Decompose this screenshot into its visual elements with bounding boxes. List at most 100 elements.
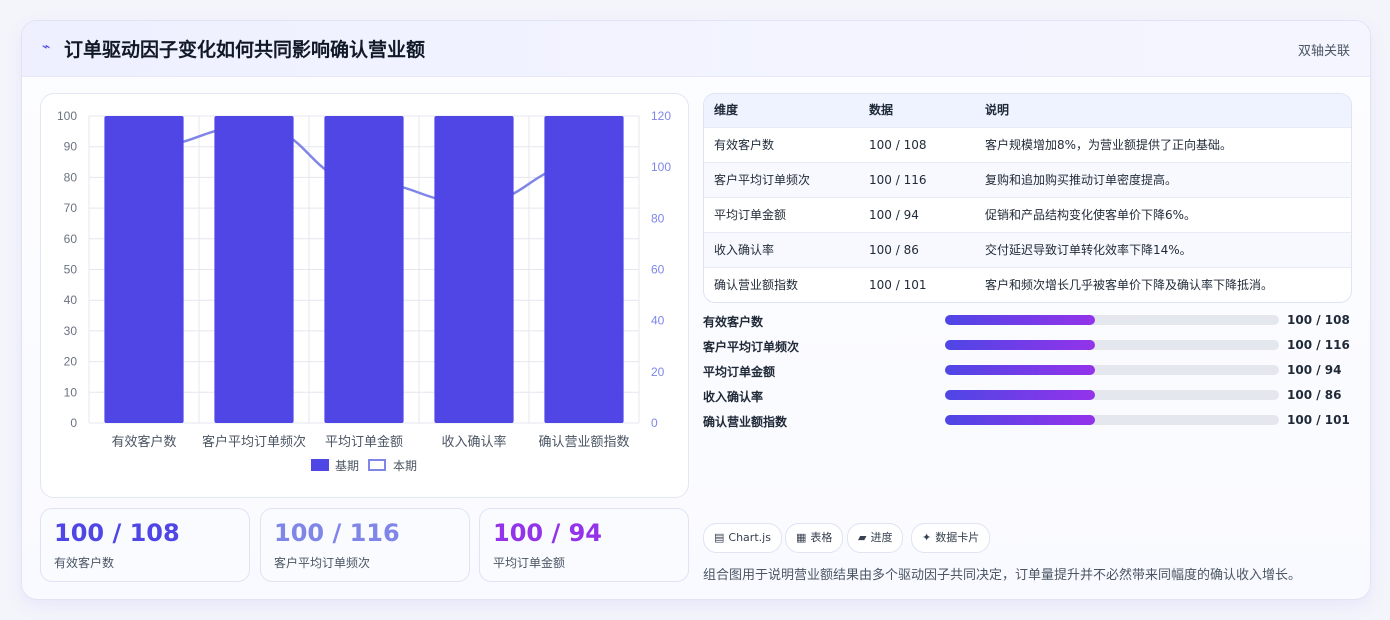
chip-table[interactable]: ▦ 表格 xyxy=(785,523,844,553)
table-row: 平均订单金额 100 / 94 促销和产品结构变化使客单价下降6%。 xyxy=(704,197,1351,233)
table-cell: 客户和频次增长几乎被客单价下降及确认率下降抵消。 xyxy=(985,278,1274,292)
progress-row: 收入确认率 100 / 86 xyxy=(703,386,1350,406)
progress-value: 100 / 108 xyxy=(1287,313,1350,327)
bar-mark xyxy=(214,116,294,423)
dashboard-card: ⌁ 订单驱动因子变化如何共同影响确认营业额 双轴关联 0 10 20 30 40 50 60… xyxy=(21,20,1371,600)
table-icon: ▦ xyxy=(796,531,807,544)
y-left-tick-label: 80 xyxy=(64,170,78,184)
table-header-row: 维度 数据 说明 xyxy=(704,94,1351,127)
bar-mark xyxy=(104,116,184,423)
x-tick-label: 客户平均订单频次 xyxy=(202,434,306,450)
table-row: 收入确认率 100 / 86 交付延迟导致订单转化效率下降14%。 xyxy=(704,232,1351,268)
table-cell: 促销和产品结构变化使客单价下降6%。 xyxy=(985,208,1197,222)
progress-label: 有效客户数 xyxy=(703,315,764,329)
x-tick-label: 收入确认率 xyxy=(441,434,506,450)
y-right-tick-label: 80 xyxy=(651,211,665,225)
trend-icon: ⌁ xyxy=(42,39,51,55)
progress-label: 平均订单金额 xyxy=(703,365,776,379)
table-cell: 平均订单金额 xyxy=(714,208,787,222)
table-cell: 100 / 116 xyxy=(869,173,927,187)
y-left-tick-label: 40 xyxy=(64,293,78,307)
stat-value: 100 / 108 xyxy=(54,519,180,547)
progress-track xyxy=(945,365,1279,375)
chart-icon: ▤ xyxy=(714,531,725,544)
sparkle-icon: ✦ xyxy=(922,531,932,544)
y-left-tick-label: 90 xyxy=(64,140,78,154)
progress-track xyxy=(945,315,1279,325)
x-tick-label: 平均订单金额 xyxy=(325,434,403,450)
y-right-tick-label: 20 xyxy=(651,365,665,379)
y-right-tick-label: 100 xyxy=(651,160,671,174)
legend-swatch-base xyxy=(311,459,329,471)
chip-label: 表格 xyxy=(810,531,833,544)
y-left-tick-label: 70 xyxy=(64,201,78,215)
table-cell: 100 / 94 xyxy=(869,208,919,222)
table-row: 确认营业额指数 100 / 101 客户和频次增长几乎被客单价下降及确认率下降抵… xyxy=(704,267,1351,302)
table-cell: 确认营业额指数 xyxy=(714,278,799,292)
stat-label: 客户平均订单频次 xyxy=(274,556,371,570)
chip-label: 进度 xyxy=(870,531,893,544)
table-row: 有效客户数 100 / 108 客户规模增加8%，为营业额提供了正向基础。 xyxy=(704,127,1351,163)
progress-track xyxy=(945,340,1279,350)
chip-label: Chart.js xyxy=(728,531,771,544)
progress-row: 有效客户数 100 / 108 xyxy=(703,311,1350,331)
chip-chartjs[interactable]: ▤ Chart.js xyxy=(703,523,782,553)
progress-value: 100 / 101 xyxy=(1287,413,1350,427)
card-header: ⌁ 订单驱动因子变化如何共同影响确认营业额 双轴关联 xyxy=(22,21,1370,77)
progress-fill xyxy=(945,365,1096,375)
y-right-tick-label: 40 xyxy=(651,314,665,328)
table-cell: 100 / 86 xyxy=(869,243,919,257)
table-cell: 收入确认率 xyxy=(714,243,775,257)
progress-label: 收入确认率 xyxy=(703,390,764,404)
progress-value: 100 / 86 xyxy=(1287,388,1342,402)
stat-label: 平均订单金额 xyxy=(493,556,566,570)
progress-label: 确认营业额指数 xyxy=(703,415,788,429)
y-left-tick-label: 20 xyxy=(64,355,78,369)
legend-label-base: 基期 xyxy=(335,459,359,473)
progress-fill xyxy=(945,415,1096,425)
stat-card: 100 / 116 客户平均订单频次 xyxy=(260,508,470,582)
y-left-tick-label: 10 xyxy=(64,385,78,399)
table-cell: 有效客户数 xyxy=(714,138,775,152)
progress-icon: ▰ xyxy=(858,531,867,544)
progress-track xyxy=(945,415,1279,425)
table-cell: 100 / 108 xyxy=(869,138,927,152)
table-cell: 客户平均订单频次 xyxy=(714,173,811,187)
progress-row: 客户平均订单频次 100 / 116 xyxy=(703,336,1350,356)
bar-mark xyxy=(324,116,404,423)
y-right-tick-label: 120 xyxy=(651,109,671,123)
y-right-tick-label: 60 xyxy=(651,263,665,277)
table-header-cell: 维度 xyxy=(714,103,739,117)
y-right-tick-label: 0 xyxy=(651,416,658,430)
progress-track xyxy=(945,390,1279,400)
legend-swatch-current xyxy=(368,459,386,471)
page-title: 订单驱动因子变化如何共同影响确认营业额 xyxy=(64,39,426,61)
chart-canvas: 0 10 20 30 40 50 60 70 80 90 100 0 20 40 60 80 100 120 有效客… xyxy=(57,109,671,473)
table-cell: 复购和追加购买推动订单密度提高。 xyxy=(985,173,1178,187)
x-tick-label: 确认营业额指数 xyxy=(538,435,629,450)
y-left-tick-label: 60 xyxy=(64,232,78,246)
legend-label-current: 本期 xyxy=(393,459,417,473)
dual-axis-tag: 双轴关联 xyxy=(1297,44,1350,59)
chip-data-card[interactable]: ✦ 数据卡片 xyxy=(911,523,991,553)
bar-mark xyxy=(434,116,514,423)
progress-fill xyxy=(945,340,1096,350)
y-left-tick-label: 0 xyxy=(70,416,77,430)
progress-list: 有效客户数 100 / 108 客户平均订单频次 100 / 116 平均订单金… xyxy=(703,311,1350,441)
stat-card: 100 / 108 有效客户数 xyxy=(40,508,250,582)
table-header-cell: 说明 xyxy=(985,103,1010,117)
stat-value: 100 / 94 xyxy=(493,519,602,547)
chip-progress[interactable]: ▰ 进度 xyxy=(847,523,904,553)
stat-label: 有效客户数 xyxy=(54,556,115,570)
y-left-tick-label: 50 xyxy=(64,263,78,277)
stat-value: 100 / 116 xyxy=(274,519,400,547)
driver-table: 维度 数据 说明 有效客户数 100 / 108 客户规模增加8%，为营业额提供… xyxy=(703,93,1352,303)
table-cell: 客户规模增加8%，为营业额提供了正向基础。 xyxy=(985,138,1233,152)
progress-fill xyxy=(945,315,1096,325)
progress-row: 确认营业额指数 100 / 101 xyxy=(703,411,1350,431)
y-left-tick-label: 100 xyxy=(57,109,77,123)
combo-chart: 0 10 20 30 40 50 60 70 80 90 100 0 20 40 60 80 100 120 有效客… xyxy=(40,93,689,498)
x-tick-label: 有效客户数 xyxy=(111,434,176,450)
chart-note: 组合图用于说明营业额结果由多个驱动因子共同决定，订单量提升并不必然带来同幅度的确… xyxy=(703,568,1302,583)
progress-row: 平均订单金额 100 / 94 xyxy=(703,361,1350,381)
